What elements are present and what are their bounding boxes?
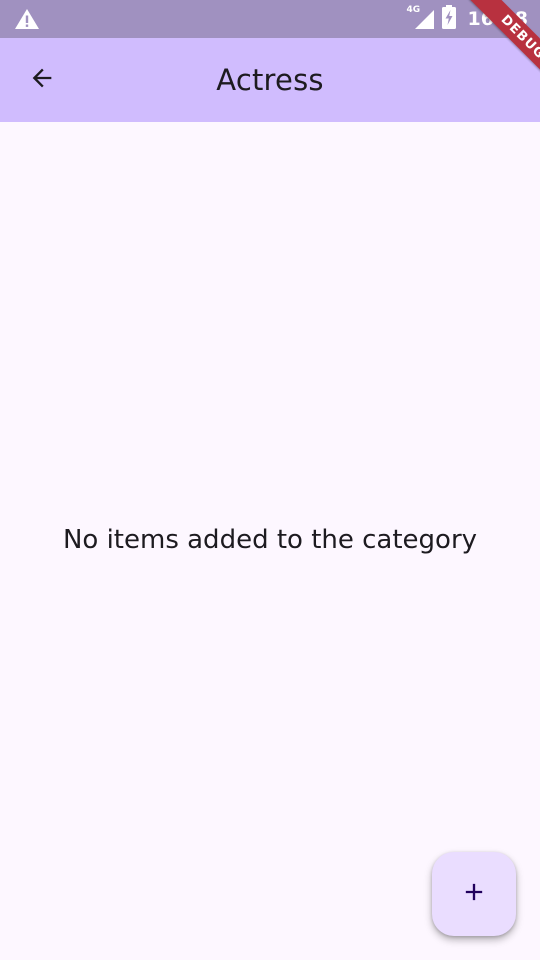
back-button[interactable] (18, 56, 66, 104)
battery-charging-icon (441, 5, 456, 33)
status-icons: 4G 16:18 (407, 0, 528, 38)
status-bar: 4G 16:18 (0, 0, 540, 38)
signal-icon: 4G (407, 5, 436, 30)
arrow-back-icon (28, 64, 56, 96)
empty-state-message: No items added to the category (62, 525, 478, 555)
page-title: Actress (216, 63, 324, 97)
status-time: 16:18 (467, 8, 528, 30)
app-screen: 4G 16:18 Actress No items added to the c… (0, 0, 540, 960)
warning-icon (14, 8, 40, 30)
add-item-button[interactable] (432, 852, 516, 936)
app-bar: Actress (0, 38, 540, 122)
add-icon (460, 878, 488, 910)
